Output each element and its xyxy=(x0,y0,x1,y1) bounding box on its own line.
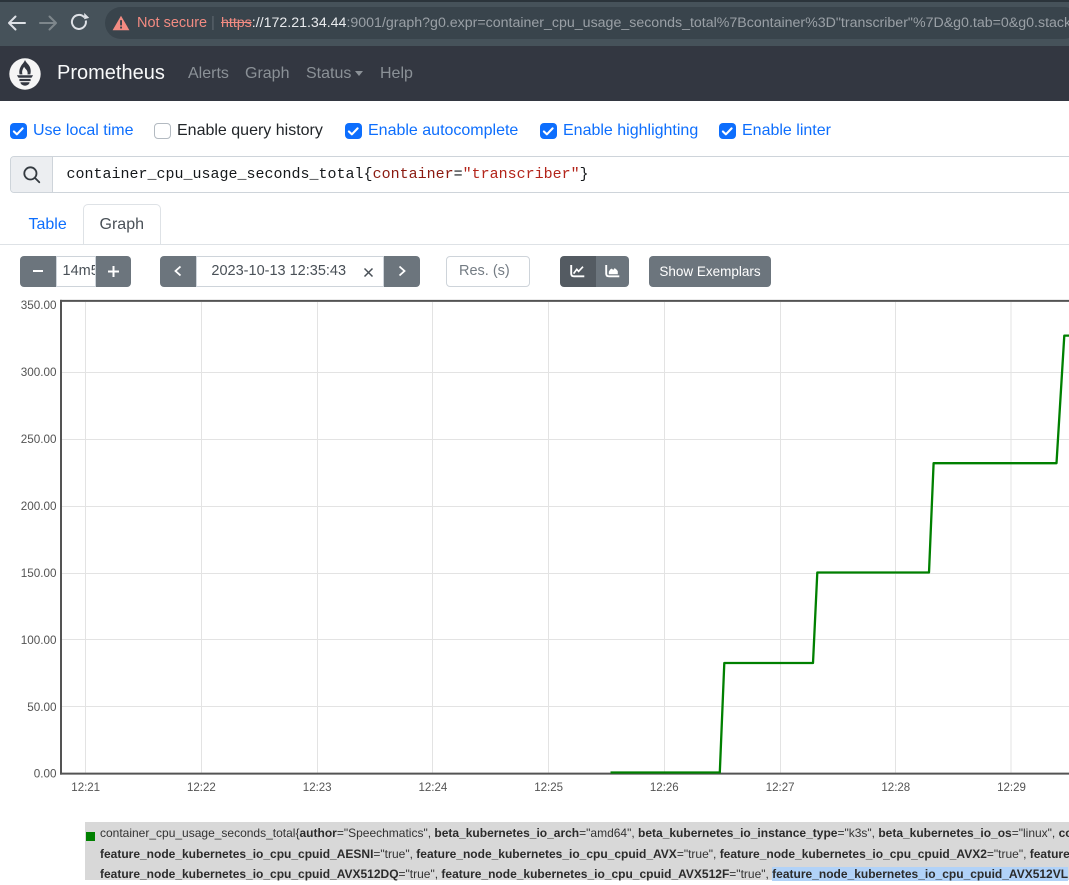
svg-text:50.00: 50.00 xyxy=(27,701,57,714)
svg-text:12:28: 12:28 xyxy=(881,782,910,794)
svg-text:250.00: 250.00 xyxy=(21,433,57,446)
svg-text:350.00: 350.00 xyxy=(21,299,57,312)
svg-text:12:24: 12:24 xyxy=(419,782,448,794)
svg-text:12:29: 12:29 xyxy=(997,782,1026,794)
svg-text:0.00: 0.00 xyxy=(34,768,57,781)
svg-text:12:22: 12:22 xyxy=(187,782,216,794)
svg-text:100.00: 100.00 xyxy=(21,634,57,647)
svg-text:200.00: 200.00 xyxy=(21,500,57,513)
svg-text:12:23: 12:23 xyxy=(303,782,332,794)
svg-text:12:21: 12:21 xyxy=(71,782,100,794)
svg-text:300.00: 300.00 xyxy=(21,366,57,379)
svg-text:150.00: 150.00 xyxy=(21,567,57,580)
svg-text:12:26: 12:26 xyxy=(650,782,679,794)
svg-text:12:27: 12:27 xyxy=(766,782,795,794)
svg-text:12:25: 12:25 xyxy=(534,782,563,794)
